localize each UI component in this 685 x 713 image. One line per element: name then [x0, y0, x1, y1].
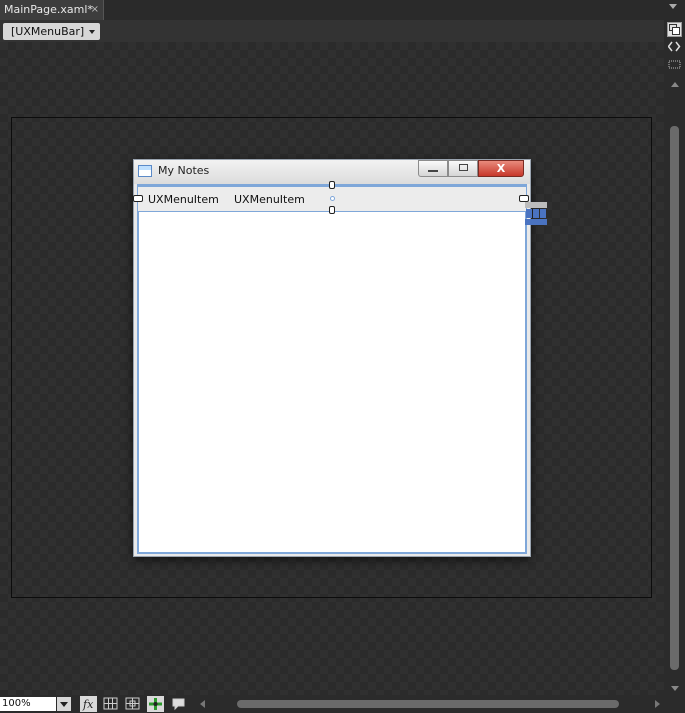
snap-icon	[125, 697, 140, 710]
maximize-button[interactable]	[448, 160, 478, 177]
status-bar: 100% fx	[0, 695, 685, 713]
breadcrumb-item-uxmenubar[interactable]: [UXMenuBar]	[3, 23, 101, 40]
split-view-button[interactable]	[667, 58, 682, 73]
show-grid-button[interactable]	[102, 696, 119, 712]
xaml-view-button[interactable]	[667, 40, 682, 55]
chevron-down-icon	[89, 30, 96, 34]
adorner-top	[525, 202, 547, 208]
scroll-up-icon[interactable]	[671, 82, 679, 87]
zoom-dropdown[interactable]	[57, 697, 71, 711]
close-icon[interactable]: ×	[91, 0, 99, 20]
effects-icon	[149, 698, 162, 710]
split-icon	[668, 60, 681, 69]
window-icon	[138, 165, 152, 177]
design-view-button[interactable]	[667, 22, 682, 37]
adorner-bottom	[525, 219, 547, 225]
resize-handle-right[interactable]	[519, 195, 529, 202]
artboard-icon	[669, 24, 680, 35]
vertical-scrollbar[interactable]	[668, 78, 681, 695]
close-button[interactable]: X	[478, 160, 524, 177]
snap-to-grid-button[interactable]	[124, 696, 141, 712]
horizontal-scroll-thumb[interactable]	[237, 700, 619, 708]
tab-mainpage[interactable]: MainPage.xaml* ×	[0, 0, 104, 20]
grid-layout-adorner[interactable]	[525, 202, 547, 226]
code-icon	[668, 41, 681, 52]
window-title: My Notes	[158, 164, 210, 177]
center-adorner[interactable]	[330, 196, 335, 201]
breadcrumb-label: [UXMenuBar]	[11, 25, 85, 38]
horizontal-scrollbar[interactable]	[197, 699, 663, 709]
scroll-down-icon[interactable]	[671, 686, 679, 691]
fx-button[interactable]: fx	[80, 696, 97, 712]
resize-handle-top[interactable]	[329, 181, 335, 189]
scroll-left-icon[interactable]	[200, 700, 205, 708]
document-tab-bar: MainPage.xaml* ×	[0, 0, 685, 20]
breadcrumb: [UXMenuBar]	[0, 20, 664, 42]
annotation-icon	[172, 698, 185, 711]
fx-icon: fx	[82, 698, 94, 711]
scroll-right-icon[interactable]	[655, 700, 660, 708]
resize-handle-bottom[interactable]	[329, 206, 335, 214]
svg-text:fx: fx	[82, 698, 94, 711]
window-content[interactable]	[137, 184, 527, 554]
chevron-down-icon[interactable]	[669, 4, 677, 9]
adorner-cell	[540, 209, 546, 218]
grid-icon	[103, 697, 118, 710]
adorner-cell	[526, 209, 532, 218]
menu-item-1[interactable]: UXMenuItem	[148, 193, 219, 206]
zoom-input[interactable]: 100%	[0, 697, 56, 711]
menu-item-2[interactable]: UXMenuItem	[234, 193, 305, 206]
effects-button[interactable]	[147, 696, 164, 712]
adorner-cell	[533, 209, 539, 218]
tab-label: MainPage.xaml*	[4, 3, 93, 16]
annotations-button[interactable]	[170, 696, 187, 712]
my-notes-window[interactable]: My Notes X UXMenuItem UXMenuItem	[133, 159, 531, 557]
vertical-scroll-thumb[interactable]	[670, 126, 679, 670]
design-canvas[interactable]: My Notes X UXMenuItem UXMenuItem	[0, 42, 664, 695]
minimize-button[interactable]	[418, 160, 448, 177]
resize-handle-left[interactable]	[133, 195, 143, 202]
